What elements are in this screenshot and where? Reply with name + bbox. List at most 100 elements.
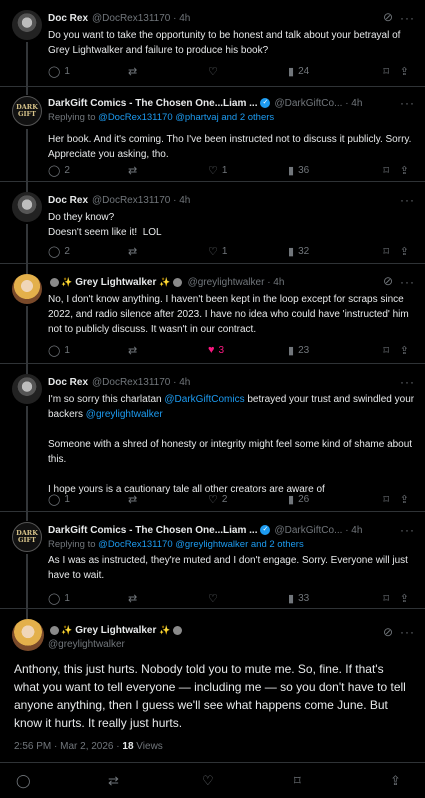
share-button[interactable]: ⇪ bbox=[400, 592, 413, 605]
mention-link[interactable]: @DocRex131170 @phartvaj bbox=[98, 112, 219, 123]
others-link[interactable]: and 2 others bbox=[219, 112, 274, 123]
share-button[interactable]: ⇪ bbox=[400, 65, 413, 78]
views-button[interactable]: ▮ 33 bbox=[288, 592, 309, 605]
main-post: ✨ Grey Lightwalker ✨ @greylightwalker ⊘ ··… bbox=[0, 609, 425, 798]
reply-icon[interactable]: ◯ bbox=[16, 773, 31, 789]
author-handle[interactable]: @greylightwalker · 4h bbox=[188, 277, 285, 288]
avatar[interactable]: DARK GIFT bbox=[12, 96, 42, 126]
avatar[interactable] bbox=[12, 192, 42, 222]
like-button[interactable]: ♡ bbox=[208, 592, 222, 605]
like-button[interactable]: ♥ 3 bbox=[208, 344, 224, 356]
author-name[interactable]: Doc Rex bbox=[48, 377, 88, 388]
author-handle[interactable]: @DarkGiftCo... · 4h bbox=[274, 525, 362, 536]
views-button[interactable]: ▮ 36 bbox=[288, 164, 309, 177]
conversation-feed: Doc Rex @DocRex131170 · 4h ⊘ ··· Do you w… bbox=[0, 0, 425, 798]
author-name[interactable]: Doc Rex bbox=[48, 13, 88, 24]
author-name[interactable]: Grey Lightwalker bbox=[75, 625, 156, 636]
views-icon: ▮ bbox=[288, 164, 295, 177]
more-icon[interactable]: ··· bbox=[400, 193, 415, 207]
repost-button[interactable]: ⇄ bbox=[128, 493, 141, 506]
like-button[interactable]: ♡ 1 bbox=[208, 245, 227, 258]
reply-button[interactable]: ◯ 1 bbox=[48, 493, 70, 506]
repost-icon[interactable]: ⇄ bbox=[108, 773, 119, 789]
more-icon[interactable]: ··· bbox=[400, 625, 415, 639]
mention-link[interactable]: @DarkGiftComics bbox=[164, 394, 244, 405]
like-button[interactable]: ♡ bbox=[208, 65, 222, 78]
bookmark-icon: ⌑ bbox=[383, 65, 389, 78]
author-handle[interactable]: @DarkGiftCo... · 4h bbox=[274, 98, 362, 109]
thread-line bbox=[26, 512, 28, 521]
heart-icon[interactable]: ♡ bbox=[202, 773, 214, 789]
repost-button[interactable]: ⇄ bbox=[128, 344, 141, 357]
thread-line bbox=[26, 364, 28, 374]
post-darkgift-1[interactable]: DARK GIFT DarkGift Comics - The Chosen O… bbox=[0, 87, 425, 182]
reply-button[interactable]: ◯ 2 bbox=[48, 245, 70, 258]
grok-icon[interactable]: ⊘ bbox=[383, 274, 393, 288]
bookmark-button[interactable]: ⌑ bbox=[383, 164, 393, 177]
avatar[interactable] bbox=[12, 10, 42, 40]
author-handle[interactable]: @greylightwalker bbox=[48, 639, 415, 650]
mention-link[interactable]: @DocRex131170 @greylightwalker bbox=[98, 539, 248, 550]
more-icon[interactable]: ··· bbox=[400, 375, 415, 389]
avatar[interactable]: DARK GIFT bbox=[12, 522, 42, 552]
sparkle-icon: ✨ bbox=[61, 276, 73, 287]
author-name[interactable]: Doc Rex bbox=[48, 195, 88, 206]
repost-button[interactable]: ⇄ bbox=[128, 164, 141, 177]
reply-button[interactable]: ◯ 1 bbox=[48, 65, 70, 78]
grok-icon[interactable]: ⊘ bbox=[383, 625, 393, 639]
reply-icon: ◯ bbox=[48, 493, 61, 506]
avatar[interactable] bbox=[12, 374, 42, 404]
repost-icon: ⇄ bbox=[128, 592, 138, 605]
post-doc-rex-1[interactable]: Doc Rex @DocRex131170 · 4h ⊘ ··· Do you w… bbox=[0, 0, 425, 87]
heart-icon: ♡ bbox=[208, 592, 218, 605]
grok-icon[interactable]: ⊘ bbox=[383, 10, 393, 24]
mention-link[interactable]: @greylightwalker bbox=[86, 409, 163, 420]
more-icon[interactable]: ··· bbox=[400, 11, 415, 25]
share-button[interactable]: ⇪ bbox=[400, 164, 413, 177]
like-button[interactable]: ♡ 1 bbox=[208, 164, 227, 177]
heart-icon: ♡ bbox=[208, 164, 218, 177]
repost-button[interactable]: ⇄ bbox=[128, 592, 141, 605]
bookmark-button[interactable]: ⌑ bbox=[383, 592, 393, 605]
share-button[interactable]: ⇪ bbox=[400, 344, 413, 357]
author-handle[interactable]: @DocRex131170 · 4h bbox=[92, 195, 190, 206]
views-button[interactable]: ▮ 24 bbox=[288, 65, 309, 78]
views-button[interactable]: ▮ 32 bbox=[288, 245, 309, 258]
avatar-logo-text: DARK GIFT bbox=[16, 529, 38, 544]
reply-button[interactable]: ◯ 1 bbox=[48, 592, 70, 605]
views-button[interactable]: ▮ 26 bbox=[288, 493, 309, 506]
repost-icon: ⇄ bbox=[128, 65, 138, 78]
reply-button[interactable]: ◯ 2 bbox=[48, 164, 70, 177]
bookmark-button[interactable]: ⌑ bbox=[383, 344, 393, 357]
more-icon[interactable]: ··· bbox=[400, 275, 415, 289]
author-name[interactable]: DarkGift Comics - The Chosen One...Liam … bbox=[48, 98, 257, 109]
share-button[interactable]: ⇪ bbox=[400, 493, 413, 506]
bookmark-button[interactable]: ⌑ bbox=[383, 245, 393, 258]
author-name[interactable]: Grey Lightwalker bbox=[75, 277, 156, 288]
more-icon[interactable]: ··· bbox=[400, 96, 415, 110]
post-timestamp[interactable]: 2:56 PM · Mar 2, 2026 · bbox=[14, 741, 122, 752]
post-doc-rex-3[interactable]: Doc Rex @DocRex131170 · 4h ··· I'm so sor… bbox=[0, 364, 425, 512]
share-button[interactable]: ⇪ bbox=[400, 245, 413, 258]
author-name[interactable]: DarkGift Comics - The Chosen One...Liam … bbox=[48, 525, 257, 536]
bookmark-icon[interactable]: ⌑ bbox=[294, 773, 301, 789]
others-link[interactable]: and 2 others bbox=[248, 539, 304, 550]
like-button[interactable]: ♡ 2 bbox=[208, 493, 227, 506]
post-darkgift-2[interactable]: DARK GIFT DarkGift Comics - The Chosen O… bbox=[0, 512, 425, 609]
bookmark-button[interactable]: ⌑ bbox=[383, 493, 393, 506]
post-doc-rex-2[interactable]: Doc Rex @DocRex131170 · 4h ··· Do they kn… bbox=[0, 182, 425, 264]
reply-button[interactable]: ◯ 1 bbox=[48, 344, 70, 357]
repost-button[interactable]: ⇄ bbox=[128, 245, 141, 258]
share-icon[interactable]: ⇪ bbox=[390, 773, 401, 789]
post-text: No, I don't know anything. I haven't bee… bbox=[48, 294, 412, 335]
more-icon[interactable]: ··· bbox=[400, 523, 415, 537]
repost-button[interactable]: ⇄ bbox=[128, 65, 141, 78]
views-button[interactable]: ▮ 23 bbox=[288, 344, 309, 357]
avatar[interactable] bbox=[12, 274, 42, 304]
thread-line bbox=[26, 609, 28, 619]
author-handle[interactable]: @DocRex131170 · 4h bbox=[92, 377, 190, 388]
bookmark-button[interactable]: ⌑ bbox=[383, 65, 393, 78]
avatar[interactable] bbox=[12, 619, 44, 651]
author-handle[interactable]: @DocRex131170 · 4h bbox=[92, 13, 190, 24]
post-grey-lightwalker-1[interactable]: ✨ Grey Lightwalker ✨ @greylightwalker · 4h … bbox=[0, 264, 425, 364]
